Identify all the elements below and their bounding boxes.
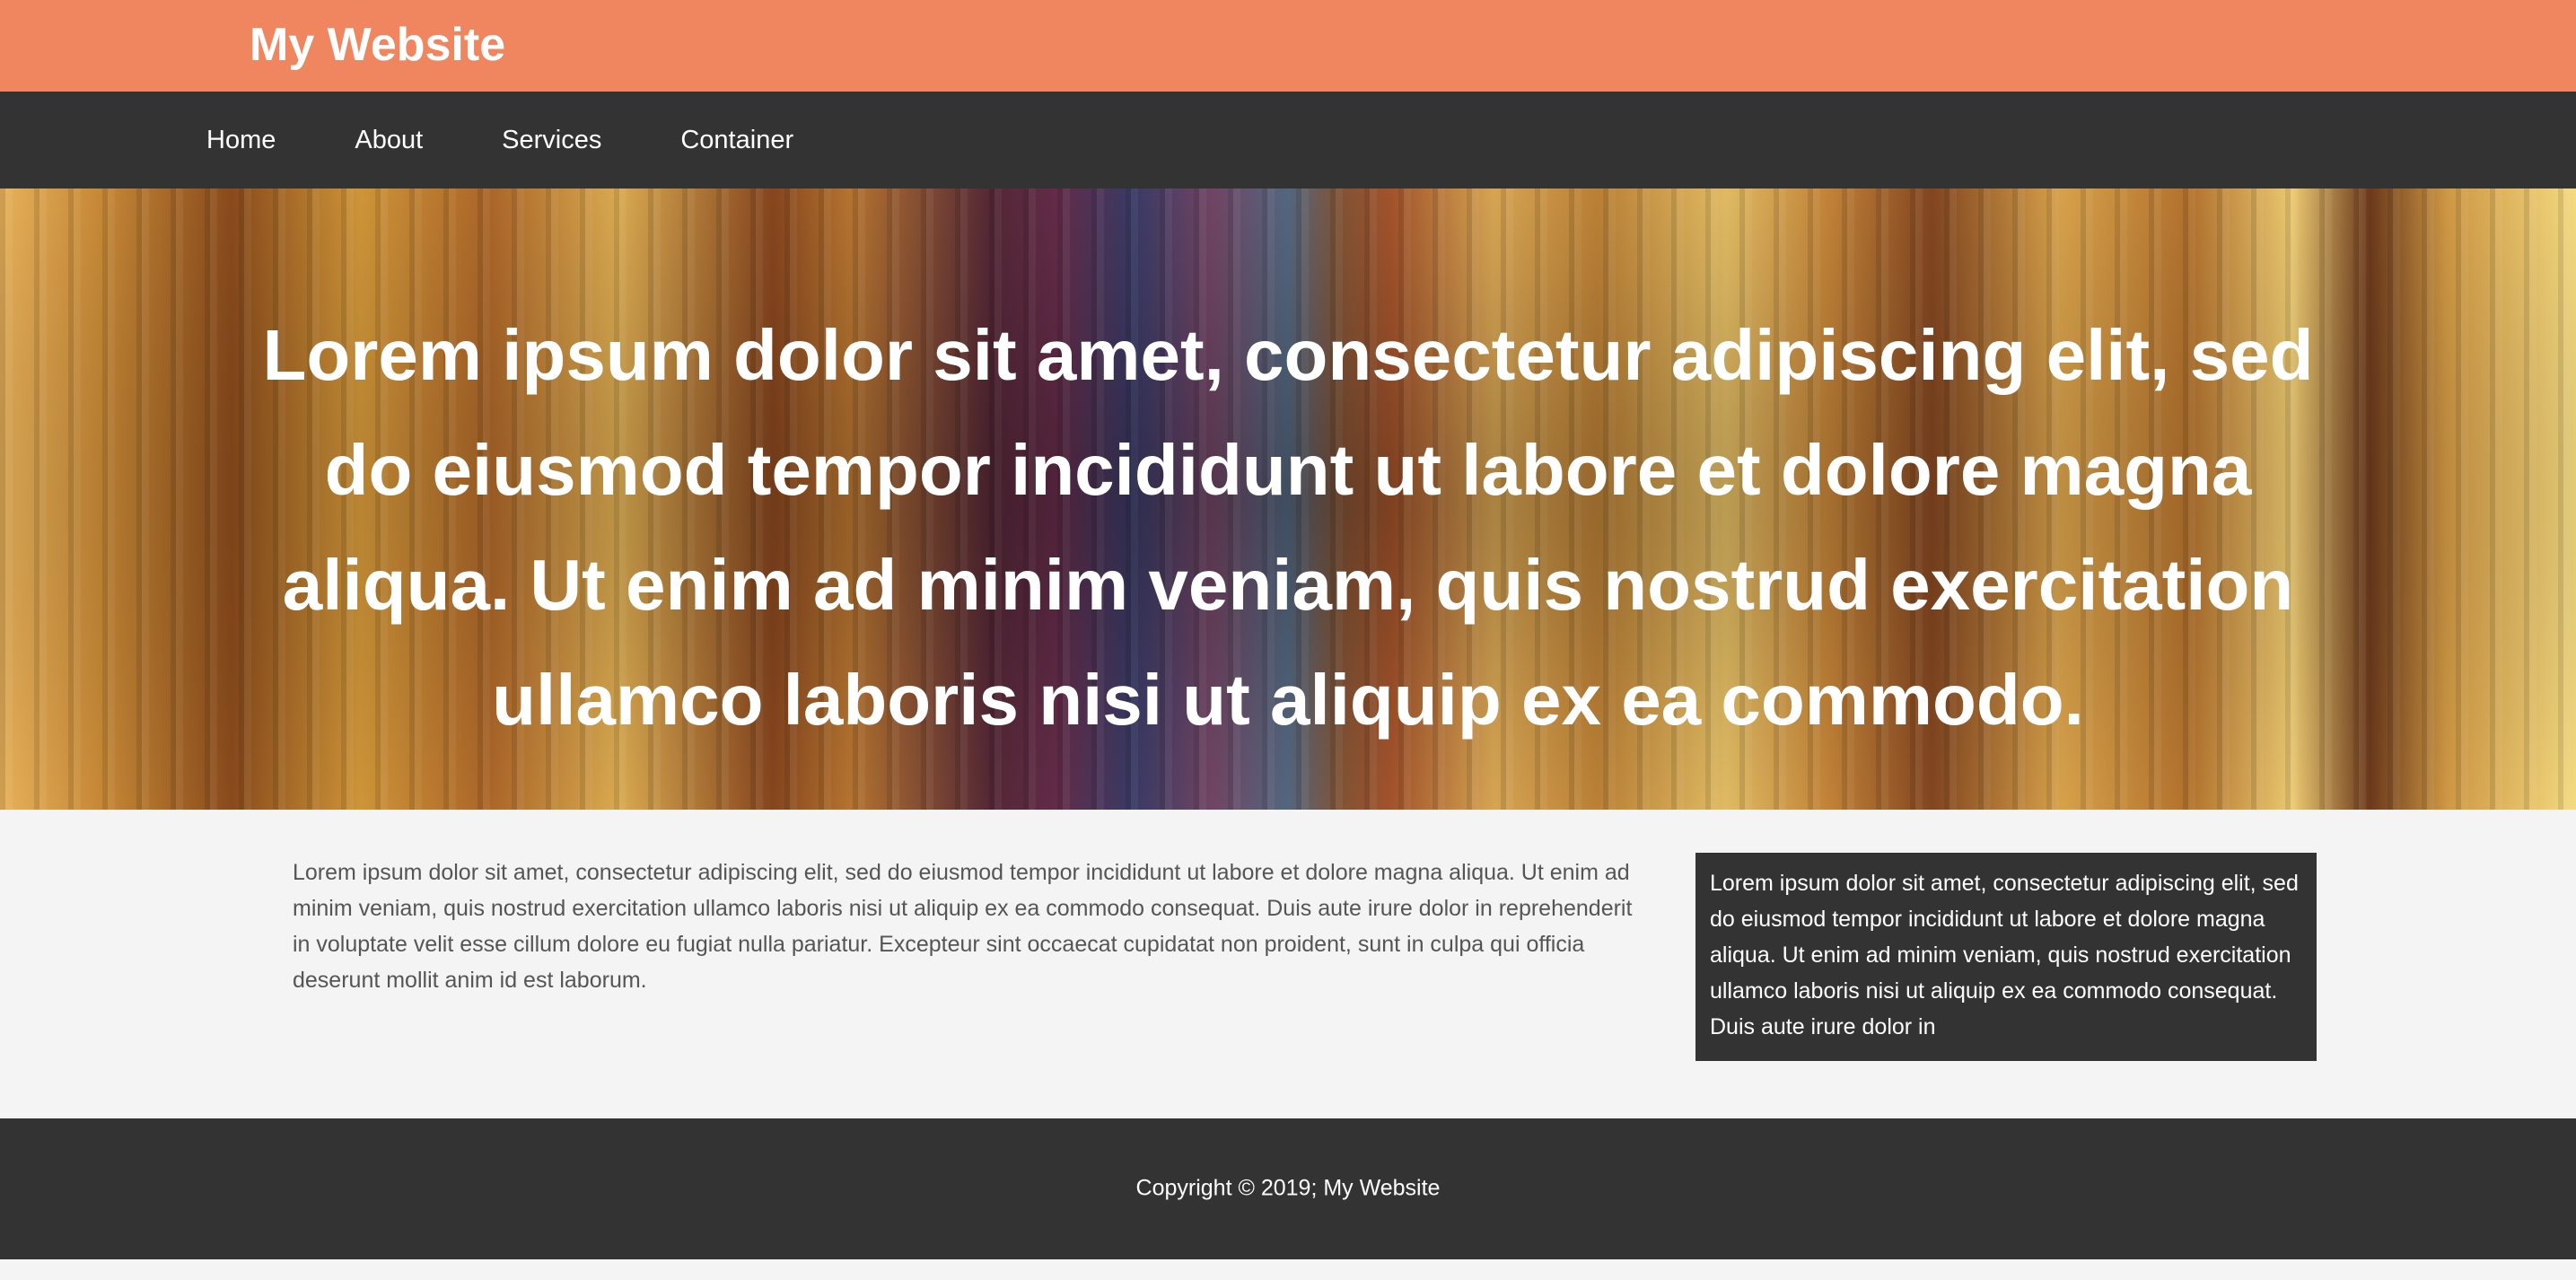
nav-item-about: About [355, 126, 502, 155]
site-header: My Website [0, 0, 2576, 92]
main-content: Lorem ipsum dolor sit amet, consectetur … [0, 810, 2576, 1118]
main-paragraph: Lorem ipsum dolor sit amet, consectetur … [293, 860, 1633, 993]
site-footer: Copyright © 2019; My Website [0, 1118, 2576, 1259]
main-nav: Home About Services Container [0, 92, 2576, 188]
nav-link-container[interactable]: Container [680, 126, 793, 154]
nav-list: Home About Services Container [206, 92, 872, 188]
nav-item-container: Container [680, 126, 872, 155]
sidebar-paragraph: Lorem ipsum dolor sit amet, consectetur … [1710, 871, 2299, 1039]
nav-link-services[interactable]: Services [502, 126, 601, 154]
nav-item-services: Services [502, 126, 680, 155]
site-title[interactable]: My Website [250, 22, 505, 68]
footer-copyright: Copyright © 2019; My Website [1135, 1175, 1441, 1201]
nav-item-home: Home [206, 126, 355, 155]
hero-heading: Lorem ipsum dolor sit amet, consectetur … [262, 315, 2314, 740]
hero-banner: Lorem ipsum dolor sit amet, consectetur … [0, 188, 2576, 810]
sidebar-box: Lorem ipsum dolor sit amet, consectetur … [1695, 853, 2317, 1061]
nav-link-about[interactable]: About [355, 126, 423, 154]
nav-link-home[interactable]: Home [206, 126, 276, 154]
